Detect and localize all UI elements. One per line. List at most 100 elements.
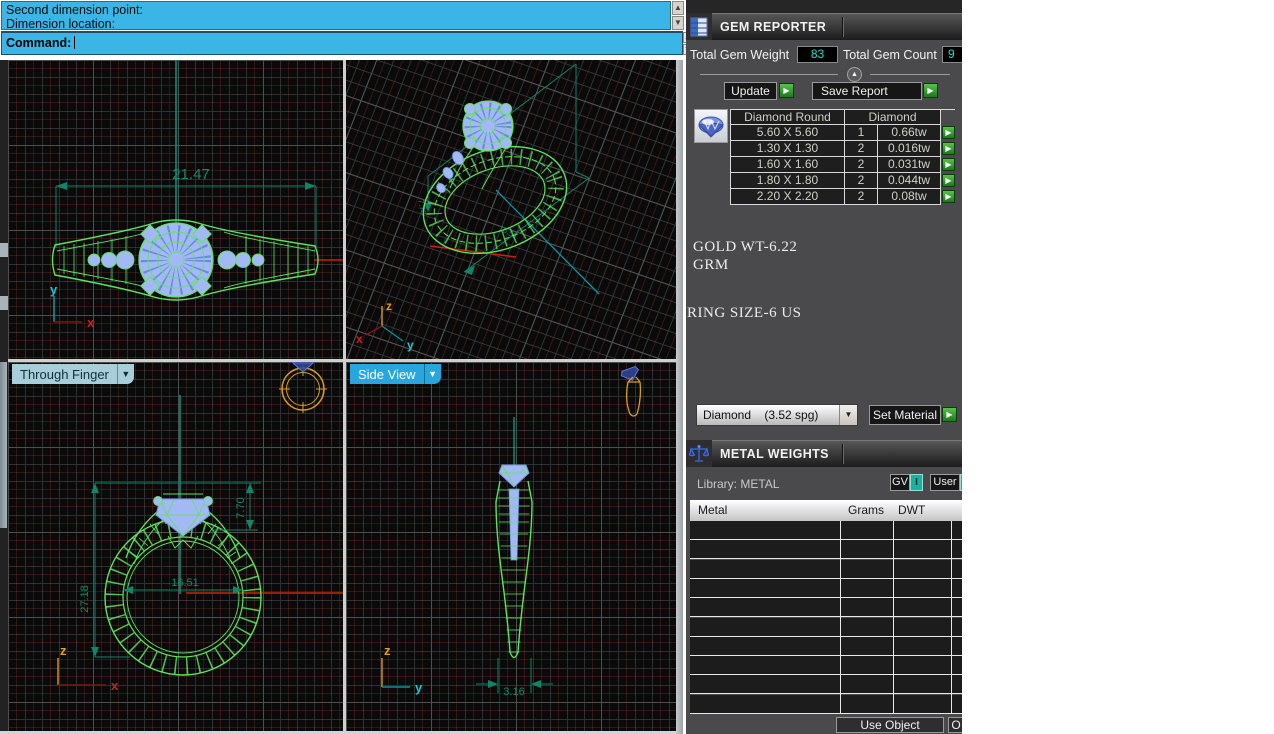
metal-table-row[interactable]: [690, 579, 962, 598]
gem-weight-cell: 0.66tw: [878, 125, 941, 141]
use-object-materials-button[interactable]: Use Object Materials: [836, 717, 944, 733]
ring-orientation-icon: [279, 362, 327, 413]
gold-weight-note-line1: GOLD WT-6.22: [693, 239, 797, 256]
gv-toggle[interactable]: I: [910, 474, 923, 491]
user-button[interactable]: User: [930, 474, 960, 491]
divider: [870, 74, 950, 75]
gem-row-action-cell: ▶: [941, 173, 955, 189]
viewport-right-scroll-strip[interactable]: [676, 60, 683, 734]
total-gem-weight-value: 83: [797, 46, 838, 63]
gem-row-go-icon[interactable]: ▶: [942, 158, 955, 171]
gem-row-go-icon[interactable]: ▶: [942, 142, 955, 155]
chevron-down-icon[interactable]: ▼: [424, 364, 441, 384]
command-input-row[interactable]: Command:: [1, 31, 683, 55]
gem-size-cell: 1.30 X 1.30: [730, 141, 845, 157]
axis-x-label: x: [87, 315, 95, 330]
total-gem-count-value: 9: [942, 46, 962, 63]
left-gutter-strip: [0, 362, 7, 528]
viewport-tab-side-view[interactable]: Side View ▼: [350, 364, 441, 384]
chevron-down-icon[interactable]: ▼: [117, 364, 134, 384]
metal-table-row[interactable]: [690, 618, 962, 637]
right-panel: GEM REPORTER Total Gem Weight 83 Total G…: [686, 0, 962, 734]
ring-size-note: RING SIZE-6 US: [687, 305, 802, 322]
axis-x-label: x: [111, 678, 119, 693]
gem-reporter-icon: [686, 13, 712, 40]
gem-col-size-header: Diamond Round: [730, 109, 845, 125]
gem-row-action-cell: ▶: [941, 157, 955, 173]
gem-size-cell: 1.80 X 1.80: [730, 173, 845, 189]
grams-col-header: Grams: [848, 500, 884, 520]
scroll-up-button[interactable]: ▲: [672, 1, 684, 15]
library-label: Library: METAL: [697, 477, 779, 491]
gem-size-cell: 5.60 X 5.60: [730, 125, 845, 141]
total-gem-count-label: Total Gem Count: [843, 48, 937, 62]
metal-col-divider: [893, 521, 894, 714]
viewport-splitter-vertical[interactable]: [343, 60, 346, 731]
metal-table-row[interactable]: [690, 598, 962, 617]
dim-shank-thickness: 3.16: [503, 686, 524, 698]
user-toggle[interactable]: [960, 474, 962, 491]
diamond-icon: [695, 110, 727, 142]
viewport-through-finger[interactable]: 27.18 16.51 7.70 z x: [8, 362, 343, 731]
gem-size-cell: 2.20 X 2.20: [730, 189, 845, 205]
viewport-perspective[interactable]: 16.51 7.70: [346, 60, 676, 359]
material-dropdown[interactable]: Diamond (3.52 spg) ▼: [696, 404, 858, 426]
left-gutter-widget[interactable]: [0, 296, 8, 310]
command-area: Second dimension point: Dimension locati…: [0, 0, 690, 57]
metal-table-row[interactable]: [690, 540, 962, 559]
set-material-button[interactable]: Set Material: [869, 405, 941, 425]
dwt-col-header: DWT: [898, 500, 925, 520]
gem-table-row: 5.60 X 5.6010.66tw▶: [730, 125, 956, 141]
gem-size-cell: 1.60 X 1.60: [730, 157, 845, 173]
viewport-tab-label: Through Finger: [12, 367, 117, 382]
viewport-tab-through-finger[interactable]: Through Finger ▼: [12, 364, 134, 384]
metal-col-divider: [840, 521, 841, 714]
metal-table-row[interactable]: [690, 637, 962, 656]
metal-table-row[interactable]: [690, 695, 962, 714]
collapse-panel-button[interactable]: ▲: [847, 67, 862, 82]
viewport-splitter-horizontal[interactable]: [8, 359, 676, 362]
gem-weight-cell: 0.016tw: [878, 141, 941, 157]
top-view-canvas: 21.47: [8, 60, 343, 359]
gem-weight-cell: 0.031tw: [878, 157, 941, 173]
metal-weights-icon: [686, 440, 712, 467]
gem-thumbnail[interactable]: [694, 109, 728, 143]
gem-table-row: 1.80 X 1.8020.044tw▶: [730, 173, 956, 189]
save-report-go-icon[interactable]: ▶: [923, 83, 938, 98]
gem-table-row: 1.30 X 1.3020.016tw▶: [730, 141, 956, 157]
save-report-button[interactable]: Save Report: [812, 82, 922, 100]
scroll-down-button[interactable]: ▼: [672, 16, 684, 30]
viewport-side-view[interactable]: 3.16 z y Side View ▼: [346, 362, 676, 731]
gem-row-go-icon[interactable]: ▶: [942, 174, 955, 187]
footer-partial-button[interactable]: O: [948, 717, 962, 733]
viewport-top-view[interactable]: 21.47: [8, 60, 343, 359]
gem-row-go-icon[interactable]: ▶: [942, 190, 955, 203]
gv-button[interactable]: GV: [890, 474, 910, 491]
matrix-jewelry-app: Second dimension point: Dimension locati…: [0, 0, 1274, 734]
panel-top-strip: [686, 0, 962, 13]
gem-table-row: 2.20 X 2.2020.08tw▶: [730, 189, 956, 205]
metal-table-row[interactable]: [690, 521, 962, 540]
dim-ring-width: 21.47: [172, 166, 210, 183]
side-view-canvas: 3.16 z y: [346, 362, 676, 731]
command-history-line: Second dimension point:: [6, 3, 666, 17]
metal-table-row[interactable]: [690, 656, 962, 675]
axis-z-label: z: [384, 643, 391, 658]
gem-row-action-cell: ▶: [941, 189, 955, 205]
text-caret: [74, 36, 75, 49]
chevron-down-icon[interactable]: ▼: [839, 405, 857, 425]
metal-weights-header: METAL WEIGHTS: [712, 440, 962, 467]
gem-count-cell: 1: [845, 125, 878, 141]
command-history[interactable]: Second dimension point: Dimension locati…: [1, 1, 671, 30]
gem-row-action-cell: ▶: [941, 141, 955, 157]
left-gutter-widget[interactable]: [0, 243, 8, 257]
gem-table-header: Diamond Round Diamond: [730, 109, 956, 125]
axis-y-label: y: [415, 680, 423, 695]
metal-table-row[interactable]: [690, 675, 962, 694]
set-material-go-icon[interactable]: ▶: [942, 407, 957, 422]
gem-row-go-icon[interactable]: ▶: [942, 126, 955, 139]
metal-table-row[interactable]: [690, 560, 962, 579]
gem-count-cell: 2: [845, 157, 878, 173]
update-go-icon[interactable]: ▶: [779, 83, 794, 98]
update-button[interactable]: Update: [724, 82, 777, 100]
